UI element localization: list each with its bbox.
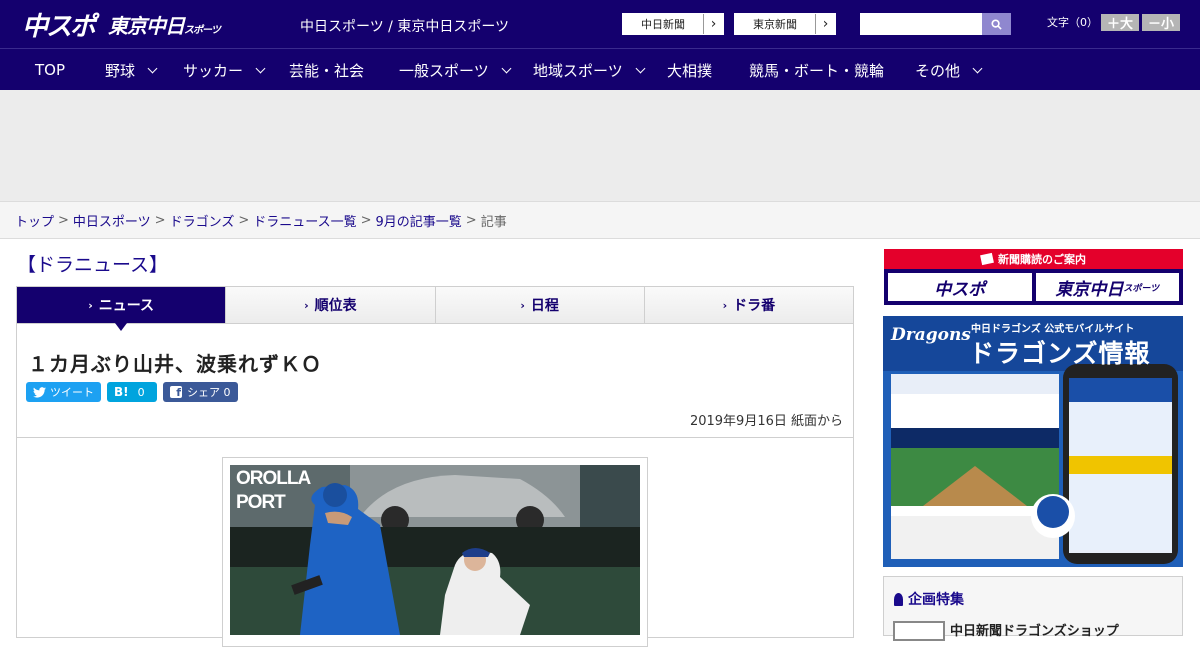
main-nav: TOP 野球 サッカー 芸能・社会 一般スポーツ 地域スポーツ 大相撲 競馬・ボ… [0, 48, 1200, 90]
newspaper-icon [980, 252, 994, 266]
font-larger-button[interactable]: ＋大 [1101, 14, 1139, 32]
top-header: 中スポ 東京中日スポーツ 中日スポーツ / 東京中日スポーツ 中日新聞 › 東京… [0, 0, 1200, 48]
nav-item-top[interactable]: TOP [35, 49, 65, 91]
font-size-label: 文字（0） [1047, 16, 1098, 29]
nav-item-other[interactable]: その他 [915, 49, 983, 91]
nav-item-general-sports[interactable]: 一般スポーツ [399, 49, 512, 91]
chevron-right-icon: › [520, 298, 525, 312]
chevron-down-icon [147, 63, 158, 73]
article-date: 2019年9月16日 紙面から [689, 414, 843, 429]
facebook-icon: f [170, 386, 182, 399]
nav-item-soccer[interactable]: サッカー [183, 49, 266, 91]
dragons-logo: Dragons [891, 325, 971, 345]
logo-tokyo-chunichi: 東京中日スポーツ [108, 13, 221, 38]
dragons-subtitle: 中日ドラゴンズ 公式モバイルサイト [971, 324, 1135, 335]
breadcrumb: トップ > 中日スポーツ > ドラゴンズ > ドラニュース一覧 > 9月の記事一覧 > 記… [0, 201, 1200, 239]
nav-item-regional-sports[interactable]: 地域スポーツ [533, 49, 646, 91]
section-title: 【ドラニュース】 [17, 254, 169, 276]
subscribe-tokyo-chunichi-button[interactable]: 東京中日 スポーツ [1035, 273, 1179, 301]
nav-item-sumo[interactable]: 大相撲 [667, 49, 712, 91]
ad-placeholder [0, 90, 1200, 201]
subscription-title: 新聞購読のご案内 [884, 249, 1183, 269]
facebook-share-button[interactable]: f シェア 0 [163, 382, 238, 402]
chevron-down-icon [635, 63, 646, 73]
hatena-bookmark-button[interactable]: B! 0 [107, 382, 157, 402]
breadcrumb-link-september[interactable]: 9月の記事一覧 [376, 211, 462, 230]
chevron-down-icon [501, 63, 512, 73]
tab-news[interactable]: › ニュース [17, 287, 226, 331]
breadcrumb-link-chunichi-sports[interactable]: 中日スポーツ [73, 211, 151, 230]
site-logo[interactable]: 中スポ 東京中日スポーツ [22, 6, 221, 42]
breadcrumb-current: 記事 [480, 214, 507, 230]
site-title[interactable]: 中日スポーツ / 東京中日スポーツ [300, 16, 509, 36]
chevron-right-icon: › [722, 298, 728, 312]
ribbon-icon [894, 592, 903, 606]
photo-ad-text: OROLLA PORT [236, 468, 311, 513]
tab-reporter[interactable]: › ドラ番 [643, 287, 853, 323]
search-input[interactable] [860, 13, 982, 35]
logo-chusupo: 中スポ [22, 11, 96, 42]
chevron-right-icon: › [88, 298, 93, 312]
breadcrumb-link-top[interactable]: トップ [15, 211, 54, 230]
article-headline: １カ月ぶり山井、波乗れずＫＯ [28, 352, 322, 376]
font-smaller-button[interactable]: －小 [1142, 14, 1180, 32]
article-photo[interactable]: OROLLA PORT [230, 465, 640, 635]
breadcrumb-link-dragons[interactable]: ドラゴンズ [170, 211, 235, 230]
chevron-right-icon: › [815, 14, 835, 34]
twitter-icon [33, 386, 46, 398]
search-icon [991, 18, 1002, 30]
chevron-right-icon: › [703, 14, 723, 34]
chevron-right-icon: › [304, 298, 309, 312]
tokyo-shimbun-button[interactable]: 東京新聞 › [734, 13, 836, 35]
chevron-down-icon [255, 63, 266, 73]
search-button[interactable] [982, 13, 1011, 35]
feature-thumb[interactable] [893, 621, 945, 641]
nav-item-racing[interactable]: 競馬・ボート・競輪 [749, 49, 884, 91]
tab-schedule[interactable]: › 日程 [434, 287, 644, 323]
breadcrumb-link-dranews[interactable]: ドラニュース一覧 [253, 211, 356, 230]
tweet-button[interactable]: ツイート [26, 382, 101, 402]
feature-title: 企画特集 [894, 589, 964, 609]
dragons-title: ドラゴンズ情報 [969, 339, 1151, 368]
nav-item-entertainment[interactable]: 芸能・社会 [289, 49, 364, 91]
section-tabs: › ニュース › 順位表 › 日程 › ドラ番 [16, 286, 854, 331]
subscribe-chusupo-button[interactable]: 中スポ [888, 273, 1032, 301]
chevron-down-icon [972, 63, 983, 73]
subscription-banner[interactable]: 新聞購読のご案内 中スポ 東京中日 スポーツ [884, 249, 1183, 305]
tab-standings[interactable]: › 順位表 [225, 287, 435, 323]
chunichi-shimbun-button[interactable]: 中日新聞 › [622, 13, 724, 35]
hatena-icon: B! [114, 385, 129, 399]
nav-item-baseball[interactable]: 野球 [105, 49, 158, 91]
dragons-mobile-banner[interactable]: Dragons 中日ドラゴンズ 公式モバイルサイト ドラゴンズ情報 [883, 316, 1183, 567]
